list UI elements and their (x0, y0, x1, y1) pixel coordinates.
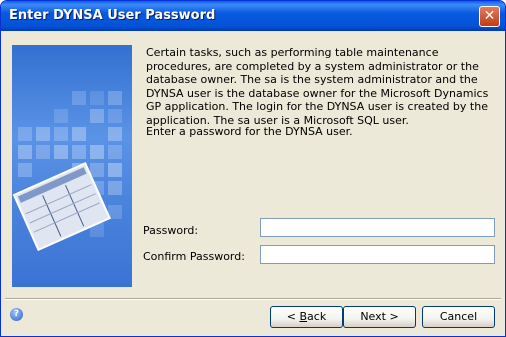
back-button-prefix: < (286, 310, 300, 323)
password-label: Password: (143, 224, 199, 237)
cancel-button[interactable]: Cancel (422, 306, 495, 328)
next-button[interactable]: Next > (343, 306, 416, 328)
confirm-password-field[interactable] (260, 245, 495, 264)
help-icon[interactable]: ? (10, 308, 23, 321)
back-button-mnemonic: B (299, 310, 308, 323)
title-bar[interactable]: Enter DYNSA User Password ✕ (1, 1, 505, 31)
back-button[interactable]: < Back (270, 306, 343, 328)
window-title: Enter DYNSA User Password (9, 8, 216, 23)
wizard-illustration-icon (12, 91, 122, 252)
back-button-rest: ack (307, 310, 327, 323)
confirm-password-label: Confirm Password: (143, 250, 245, 263)
footer-divider (5, 298, 501, 300)
password-prompt: Enter a password for the DYNSA user. (146, 125, 353, 138)
close-button[interactable]: ✕ (479, 6, 500, 27)
password-field[interactable] (260, 218, 495, 237)
wizard-side-art (12, 45, 132, 287)
description-text: Certain tasks, such as performing table … (146, 46, 489, 127)
dialog-window: Enter DYNSA User Password ✕ Certain task… (0, 0, 506, 337)
dialog-body: Certain tasks, such as performing table … (5, 31, 501, 329)
